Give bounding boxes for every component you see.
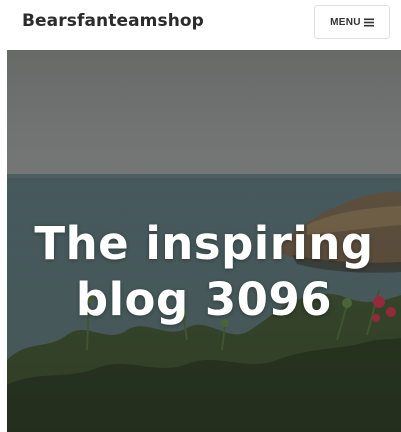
- hero-title: The inspiring blog 3096: [34, 217, 374, 327]
- hamburger-icon: [363, 18, 374, 27]
- site-header: Bearsfanteamshop MENU: [0, 0, 401, 46]
- hero-banner: The inspiring blog 3096: [7, 50, 401, 432]
- menu-label: MENU: [330, 16, 361, 28]
- menu-button[interactable]: MENU: [314, 5, 390, 39]
- site-title-link[interactable]: Bearsfanteamshop: [22, 11, 204, 31]
